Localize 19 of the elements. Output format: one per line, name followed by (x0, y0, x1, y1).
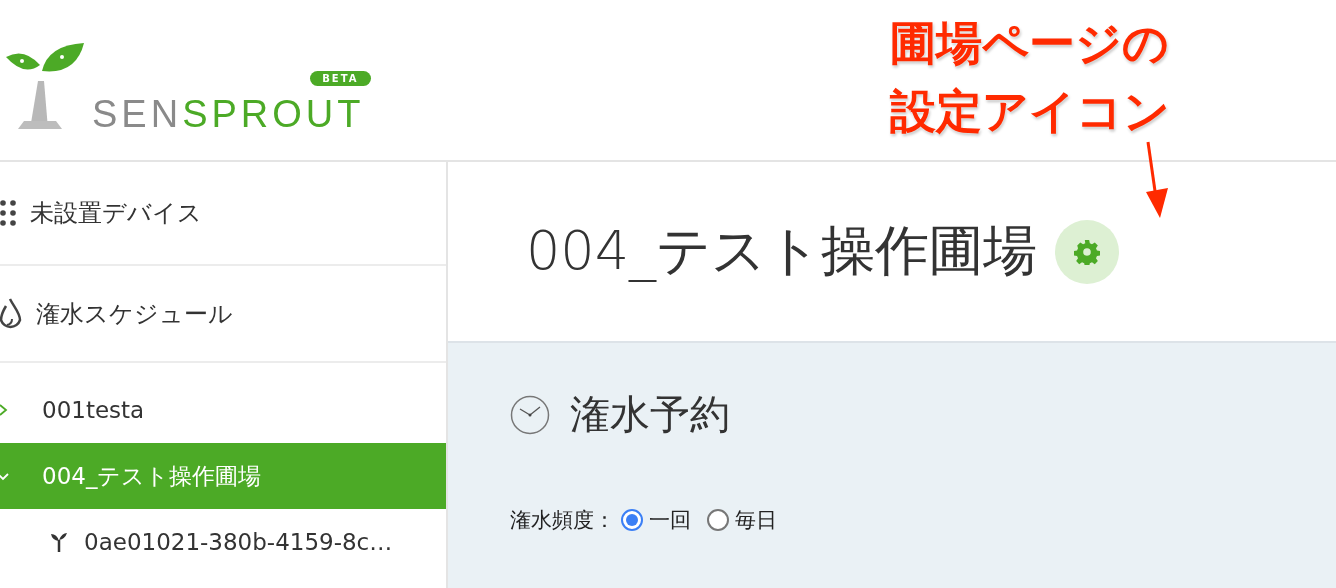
chevron-right-icon[interactable] (0, 403, 10, 417)
annotation-text: 設定アイコン (890, 82, 1170, 140)
dots-icon (0, 200, 16, 226)
radio-option[interactable]: 一回 (621, 506, 691, 534)
page-title: 004_テスト操作圃場 (526, 218, 1038, 284)
clock-icon (510, 394, 550, 435)
settings-icon (1074, 238, 1101, 265)
frequency-label: 潅水頻度： (510, 507, 615, 534)
water-drop-icon (0, 296, 22, 331)
tree-item[interactable]: 001testa (0, 377, 446, 443)
section-title: 潅水予約 (570, 390, 730, 439)
radio-option[interactable]: 毎日 (707, 506, 777, 534)
sidebar-item[interactable]: 潅水スケジュール (0, 266, 446, 363)
logo-wordmark: SEN SPROUT (92, 95, 365, 133)
sprout-icon (50, 532, 68, 552)
beta-badge: BETA (310, 71, 371, 86)
sidebar-item[interactable]: 未設置デバイス (0, 162, 446, 266)
annotation-text: 圃場ページの (890, 15, 1170, 72)
tree-item[interactable]: 0ae01021-380b-4159-8c… (0, 509, 446, 575)
